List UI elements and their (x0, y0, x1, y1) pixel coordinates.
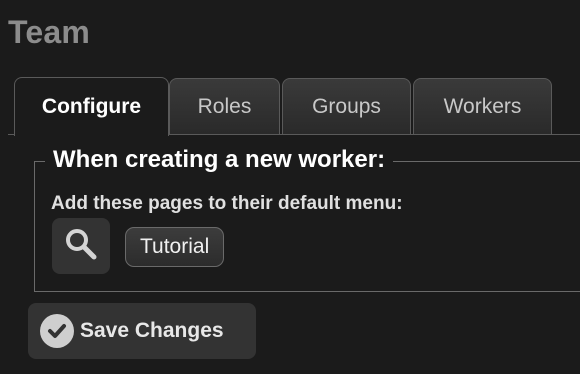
check-circle-icon (40, 314, 74, 348)
panel-legend: When creating a new worker: (45, 146, 394, 174)
tab-label: Configure (41, 95, 142, 118)
search-pages-button[interactable] (52, 218, 110, 274)
page-title: Team (8, 14, 91, 50)
tab-roles[interactable]: Roles (169, 78, 280, 134)
tab-label: Roles (197, 94, 252, 118)
panel-description: Add these pages to their default menu: (51, 193, 403, 214)
menu-item-label: Tutorial (140, 235, 210, 258)
tab-configure[interactable]: Configure (14, 77, 169, 136)
save-changes-label: Save Changes (80, 319, 224, 342)
tab-label: Groups (312, 94, 381, 118)
tab-bar: Configure Roles Groups Workers (0, 77, 580, 136)
menu-item-chip[interactable]: Tutorial (125, 227, 225, 267)
save-changes-button[interactable]: Save Changes (28, 303, 256, 359)
team-page: Team Configure Roles Groups Workers When… (0, 0, 580, 374)
tab-label: Workers (443, 94, 522, 118)
magnifier-icon (64, 227, 98, 266)
tab-groups[interactable]: Groups (282, 78, 411, 134)
tab-workers[interactable]: Workers (413, 78, 552, 134)
new-worker-settings-panel: When creating a new worker: Add these pa… (34, 146, 580, 292)
